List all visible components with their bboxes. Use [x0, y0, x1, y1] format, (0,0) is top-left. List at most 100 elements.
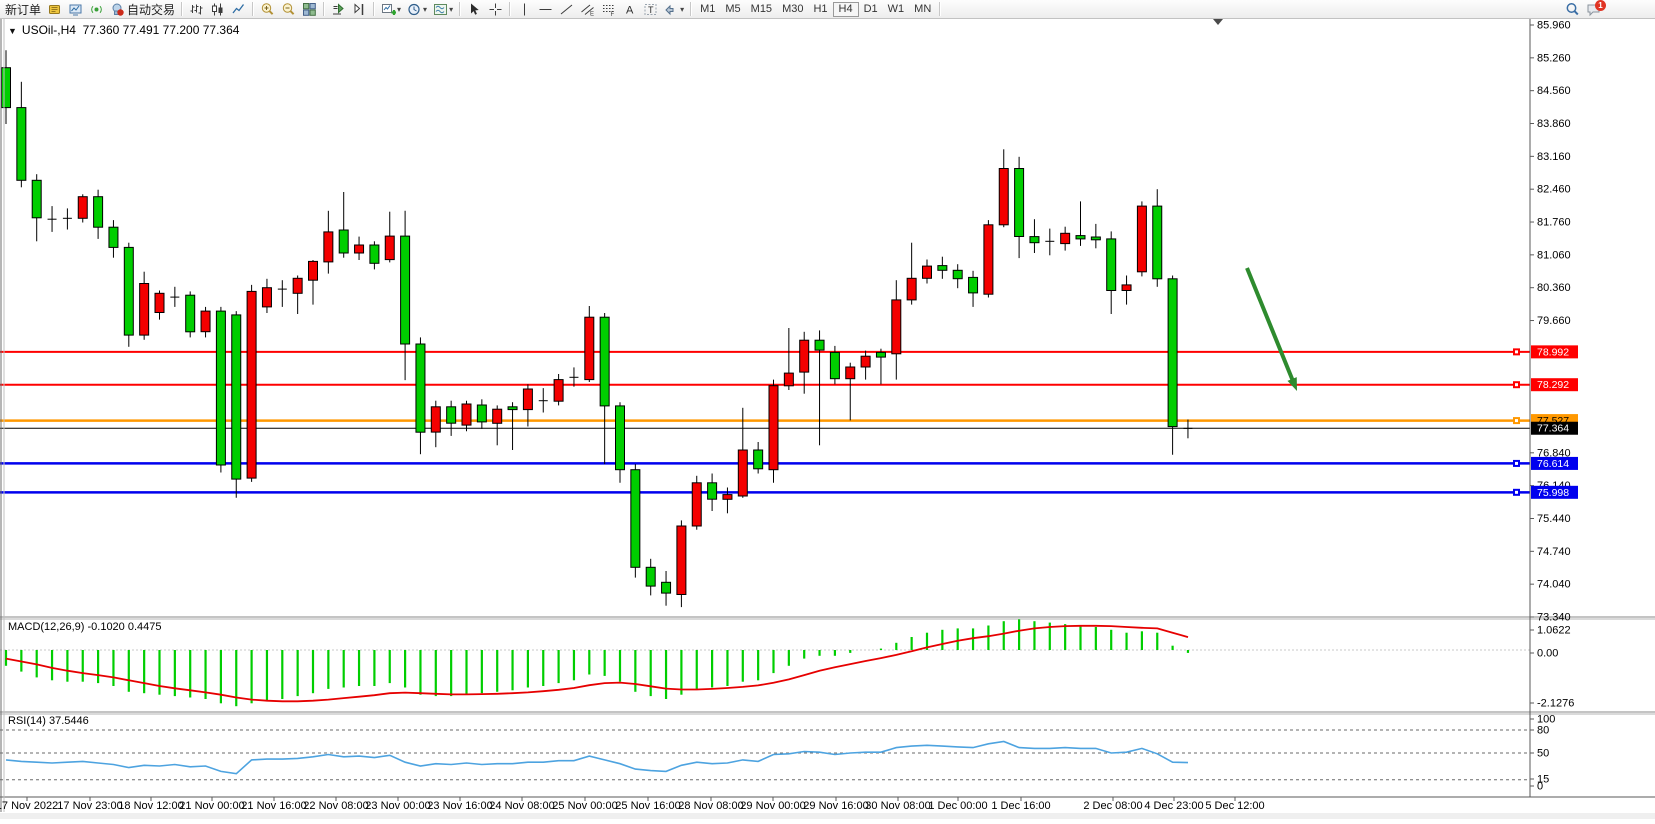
trendline-icon[interactable]: [556, 1, 577, 17]
new-order-button[interactable]: 新订单: [0, 1, 44, 17]
candle-body: [646, 567, 655, 586]
svg-text:21 Nov 16:00: 21 Nov 16:00: [241, 800, 306, 812]
bar-chart-icon[interactable]: [186, 1, 207, 17]
svg-text:29 Nov 16:00: 29 Nov 16:00: [803, 800, 868, 812]
toolbar-group-zoom: [257, 0, 320, 18]
timeframe-h4[interactable]: H4: [833, 2, 859, 17]
text-icon[interactable]: A: [619, 1, 640, 17]
clock-glyph: [407, 2, 422, 17]
line-chart-icon[interactable]: [228, 1, 249, 17]
candle-body: [815, 340, 824, 350]
candle-body: [600, 317, 609, 406]
toolbar-separator: [181, 2, 183, 16]
candle-body: [907, 278, 916, 300]
svg-text:77.364: 77.364: [1537, 423, 1569, 435]
vline-icon[interactable]: [514, 1, 535, 17]
candle-body: [324, 232, 333, 262]
timeframe-h1[interactable]: H1: [808, 2, 832, 17]
toolbar-separator: [323, 2, 325, 16]
svg-text:25 Nov 00:00: 25 Nov 00:00: [552, 800, 617, 812]
candle-body: [754, 450, 763, 469]
vline-glyph: [517, 2, 532, 17]
chart-title: ▼USOil-,H4 77.360 77.491 77.200 77.364: [8, 23, 239, 37]
chevron-down-icon[interactable]: ▾: [397, 5, 401, 14]
timeframe-mn[interactable]: MN: [909, 2, 936, 17]
candle-body: [738, 450, 747, 496]
svg-text:75.998: 75.998: [1537, 487, 1569, 499]
timeframe-m1[interactable]: M1: [695, 2, 720, 17]
line-glyph: [231, 2, 246, 17]
candlestick-icon[interactable]: [207, 1, 228, 17]
tile-windows-icon[interactable]: [299, 1, 320, 17]
chevron-down-icon[interactable]: ▾: [423, 5, 427, 14]
candle-body: [462, 404, 471, 425]
zoom-out-icon[interactable]: [278, 1, 299, 17]
candle-body: [846, 367, 855, 379]
chart-window[interactable]: 85.96085.26084.56083.86083.16082.46081.7…: [0, 0, 1655, 819]
status-strip: [0, 813, 1655, 819]
auto-scroll-icon[interactable]: [328, 1, 349, 17]
period-icon[interactable]: ▾: [404, 1, 430, 17]
label-icon[interactable]: T: [640, 1, 661, 17]
shapes-icon[interactable]: ▾: [661, 1, 687, 17]
candle-body: [447, 407, 456, 423]
chart-shift-icon[interactable]: [349, 1, 370, 17]
robot-glyph: [110, 2, 125, 17]
svg-text:30 Nov 08:00: 30 Nov 08:00: [865, 800, 930, 812]
svg-text:81.760: 81.760: [1537, 217, 1571, 229]
signal-icon[interactable]: [86, 1, 107, 17]
chat-icon[interactable]: 1: [1583, 1, 1615, 17]
chevron-down-icon[interactable]: ▾: [449, 5, 453, 14]
auto-trading-button[interactable]: 自动交易: [107, 1, 178, 17]
candle-body: [140, 284, 149, 336]
timeframe-m5[interactable]: M5: [720, 2, 745, 17]
candle-body: [523, 389, 532, 410]
candle-body: [370, 245, 379, 263]
toolbar-separator: [252, 2, 254, 16]
candle-body: [999, 169, 1008, 225]
search-icon[interactable]: [1562, 1, 1583, 17]
channel-icon[interactable]: E: [577, 1, 598, 17]
timeframe-m15[interactable]: M15: [746, 2, 777, 17]
timeframe-w1[interactable]: W1: [883, 2, 910, 17]
svg-text:73.340: 73.340: [1537, 612, 1571, 624]
timeframe-d1[interactable]: D1: [859, 2, 883, 17]
bars-glyph: [189, 2, 204, 17]
hline-icon[interactable]: [535, 1, 556, 17]
shapes-glyph: [664, 2, 679, 17]
crosshair-icon[interactable]: [485, 1, 506, 17]
fibonacci-icon[interactable]: F: [598, 1, 619, 17]
candle-body: [431, 407, 440, 432]
svg-text:-2.1276: -2.1276: [1537, 698, 1574, 710]
notification-badge: 1: [1595, 0, 1606, 11]
template-icon[interactable]: ▾: [430, 1, 456, 17]
candle-body: [923, 266, 932, 278]
svg-text:80: 80: [1537, 725, 1549, 737]
candle-body: [385, 236, 394, 260]
zoom-in-icon[interactable]: [257, 1, 278, 17]
candle-body: [78, 197, 87, 219]
svg-text:18 Nov 12:00: 18 Nov 12:00: [118, 800, 183, 812]
cursor-icon[interactable]: [464, 1, 485, 17]
candle-body: [109, 227, 118, 247]
charts-window-icon[interactable]: [65, 1, 86, 17]
toolbar-group-pointer: [464, 0, 506, 18]
candle-body: [677, 526, 686, 595]
market-watch-glyph: [47, 2, 62, 17]
timeframe-m30[interactable]: M30: [777, 2, 808, 17]
candle-body: [1168, 279, 1177, 427]
toolbar-separator: [459, 2, 461, 16]
candle-body: [477, 405, 486, 422]
add-indicator-icon[interactable]: ▾: [378, 1, 404, 17]
candle-body: [17, 108, 26, 181]
one-click-toggle-icon[interactable]: ▼: [8, 26, 17, 36]
chevron-down-icon[interactable]: ▾: [680, 5, 684, 14]
candle-body: [830, 352, 839, 378]
svg-text:83.160: 83.160: [1537, 151, 1571, 163]
textA-glyph: A: [622, 2, 637, 17]
labelT-glyph: T: [643, 2, 658, 17]
market-watch-icon[interactable]: [44, 1, 65, 17]
candle-body: [32, 180, 41, 218]
candle-body: [247, 291, 256, 478]
toolbar-group-objects: EFAT ▾: [514, 0, 687, 18]
